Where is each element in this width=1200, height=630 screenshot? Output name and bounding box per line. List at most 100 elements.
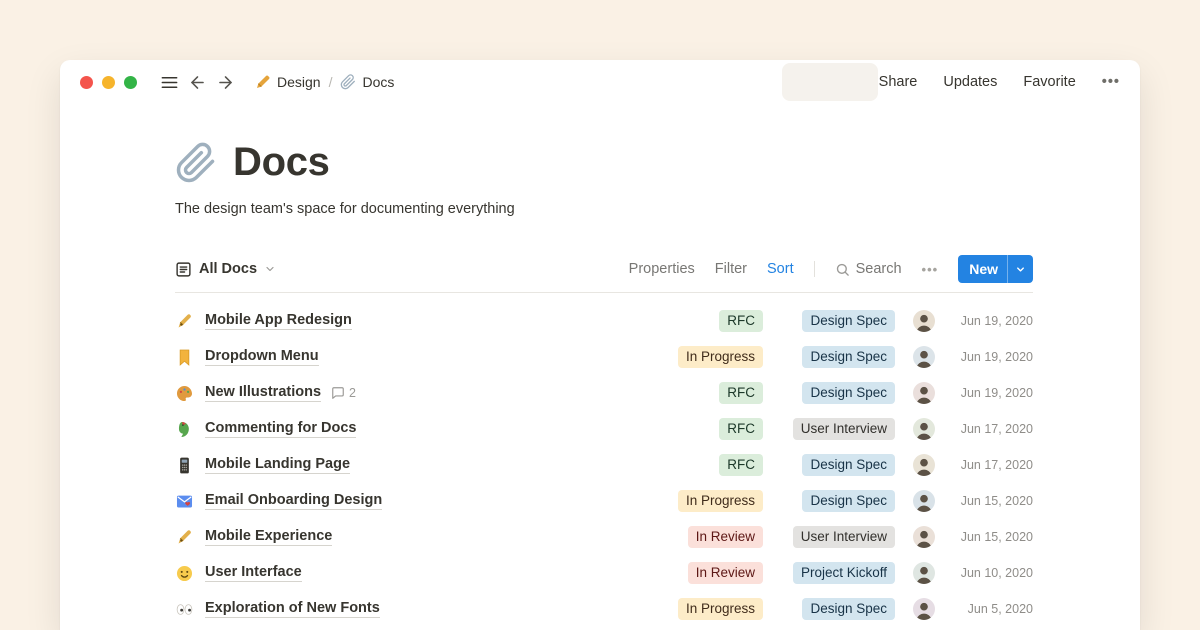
new-dropdown-button[interactable] xyxy=(1008,255,1033,283)
doc-date: Jun 15, 2020 xyxy=(949,530,1033,544)
doc-date: Jun 15, 2020 xyxy=(949,494,1033,508)
doc-icon xyxy=(175,420,194,439)
avatar xyxy=(913,562,935,584)
doc-date: Jun 17, 2020 xyxy=(949,422,1033,436)
avatar xyxy=(913,526,935,548)
zoom-window-button[interactable] xyxy=(124,76,137,89)
doc-row[interactable]: Email Onboarding Design In Progress Desi… xyxy=(175,483,1033,519)
doc-date: Jun 19, 2020 xyxy=(949,350,1033,364)
doc-row[interactable]: Mobile Landing Page RFC Design Spec Jun … xyxy=(175,447,1033,483)
chevron-down-icon xyxy=(264,263,276,275)
status-badge: In Progress xyxy=(678,490,763,512)
doc-title-link[interactable]: Mobile Landing Page xyxy=(205,456,350,474)
new-button-label: New xyxy=(958,255,1007,283)
avatar xyxy=(913,598,935,620)
close-window-button[interactable] xyxy=(80,76,93,89)
breadcrumb-label: Docs xyxy=(362,74,394,90)
doc-row[interactable]: Exploration of New Fonts In Progress Des… xyxy=(175,591,1033,627)
status-badge: In Progress xyxy=(678,598,763,620)
status-badge: RFC xyxy=(719,454,763,476)
category-badge: User Interview xyxy=(793,526,895,548)
properties-button[interactable]: Properties xyxy=(629,261,695,277)
hamburger-icon xyxy=(160,73,179,92)
doc-title-link[interactable]: User Interface xyxy=(205,564,302,582)
comment-count: 2 xyxy=(331,386,356,400)
avatar xyxy=(913,310,935,332)
breadcrumb-item-design[interactable]: Design xyxy=(249,71,327,93)
doc-date: Jun 17, 2020 xyxy=(949,458,1033,472)
doc-icon xyxy=(175,528,194,547)
status-badge: RFC xyxy=(719,382,763,404)
view-label: All Docs xyxy=(199,261,257,277)
category-badge: Design Spec xyxy=(802,310,895,332)
doc-icon xyxy=(175,456,194,475)
doc-title-link[interactable]: Exploration of New Fonts xyxy=(205,600,380,618)
window-controls xyxy=(80,76,137,89)
blurred-region xyxy=(782,63,878,101)
minimize-window-button[interactable] xyxy=(102,76,115,89)
category-badge: Design Spec xyxy=(802,382,895,404)
category-badge: Design Spec xyxy=(802,346,895,368)
doc-row[interactable]: Dropdown Menu In Progress Design Spec Ju… xyxy=(175,339,1033,375)
back-button[interactable] xyxy=(183,68,211,96)
doc-title-link[interactable]: Commenting for Docs xyxy=(205,420,356,438)
avatar xyxy=(913,382,935,404)
doc-row[interactable]: New Illustrations 2 RFC Design Spec Jun … xyxy=(175,375,1033,411)
avatar xyxy=(913,418,935,440)
doc-icon xyxy=(175,564,194,583)
search-label: Search xyxy=(856,261,902,277)
forward-button[interactable] xyxy=(211,68,239,96)
avatar xyxy=(913,490,935,512)
doc-row[interactable]: Commenting for Docs RFC User Interview J… xyxy=(175,411,1033,447)
doc-title-link[interactable]: Dropdown Menu xyxy=(205,348,319,366)
page-content: Docs The design team's space for documen… xyxy=(60,104,1140,627)
window-topbar: Design / Docs Share Updates Favorite ••• xyxy=(60,60,1140,104)
view-switcher[interactable]: All Docs xyxy=(175,261,276,278)
paperclip-icon xyxy=(175,142,217,184)
comment-count-value: 2 xyxy=(349,386,356,400)
filter-button[interactable]: Filter xyxy=(715,261,747,277)
category-badge: Design Spec xyxy=(802,598,895,620)
category-badge: Design Spec xyxy=(802,490,895,512)
app-window: Design / Docs Share Updates Favorite •••… xyxy=(60,60,1140,630)
doc-row[interactable]: User Interface In Review Project Kickoff… xyxy=(175,555,1033,591)
doc-title-link[interactable]: Mobile Experience xyxy=(205,528,332,546)
breadcrumb-item-docs[interactable]: Docs xyxy=(334,71,400,93)
view-more-button[interactable]: ••• xyxy=(922,262,939,277)
doc-date: Jun 19, 2020 xyxy=(949,386,1033,400)
doc-date: Jun 10, 2020 xyxy=(949,566,1033,580)
list-view-icon xyxy=(175,261,192,278)
topbar-actions: Share Updates Favorite ••• xyxy=(879,74,1120,90)
docs-table: Mobile App Redesign RFC Design Spec Jun … xyxy=(175,303,1033,627)
breadcrumb: Design / Docs xyxy=(249,71,400,93)
status-badge: RFC xyxy=(719,310,763,332)
sidebar-menu-button[interactable] xyxy=(155,68,183,96)
page-subtitle: The design team's space for documenting … xyxy=(175,201,1033,217)
avatar xyxy=(913,346,935,368)
doc-title-link[interactable]: New Illustrations xyxy=(205,384,321,402)
search-button[interactable]: Search xyxy=(835,261,902,277)
doc-row[interactable]: Mobile App Redesign RFC Design Spec Jun … xyxy=(175,303,1033,339)
pencil-icon xyxy=(255,74,271,90)
paperclip-icon xyxy=(340,74,356,90)
arrow-left-icon xyxy=(188,73,207,92)
doc-row[interactable]: Mobile Experience In Review User Intervi… xyxy=(175,519,1033,555)
doc-date: Jun 19, 2020 xyxy=(949,314,1033,328)
doc-title-link[interactable]: Mobile App Redesign xyxy=(205,312,352,330)
more-options-button[interactable]: ••• xyxy=(1102,74,1120,90)
share-button[interactable]: Share xyxy=(879,74,918,90)
doc-icon xyxy=(175,600,194,619)
favorite-button[interactable]: Favorite xyxy=(1023,74,1075,90)
status-badge: In Progress xyxy=(678,346,763,368)
doc-title-link[interactable]: Email Onboarding Design xyxy=(205,492,382,510)
doc-icon xyxy=(175,384,194,403)
status-badge: RFC xyxy=(719,418,763,440)
toolbar-divider xyxy=(814,261,815,277)
page-title-row: Docs xyxy=(175,140,1033,185)
doc-icon xyxy=(175,492,194,511)
doc-date: Jun 5, 2020 xyxy=(949,602,1033,616)
sort-button[interactable]: Sort xyxy=(767,261,794,277)
new-button[interactable]: New xyxy=(958,255,1033,283)
updates-button[interactable]: Updates xyxy=(943,74,997,90)
chevron-down-icon xyxy=(1015,264,1026,275)
